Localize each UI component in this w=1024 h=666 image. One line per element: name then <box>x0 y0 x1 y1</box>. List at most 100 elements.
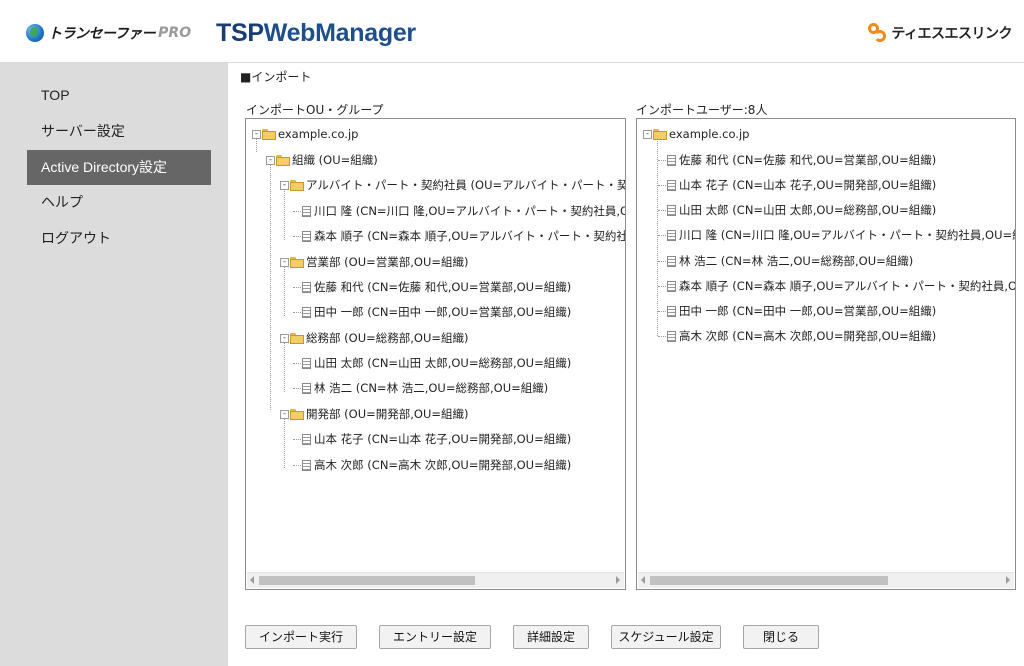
scrollbar-thumb[interactable] <box>259 576 475 585</box>
collapse-toggle-icon[interactable]: - <box>280 410 289 419</box>
tree-folder-node[interactable]: - example.co.jp <box>252 124 358 144</box>
user-document-icon <box>302 282 311 293</box>
tree-user-node[interactable]: 高木 次郎 (CN=高木 次郎,OU=開発部,OU=組織) <box>302 455 571 475</box>
tree-node-label: 開発部 (OU=開発部,OU=組織) <box>306 407 469 421</box>
tsslink-logo-icon <box>867 22 889 44</box>
sidebar-item-active-directory-settings[interactable]: Active Directory設定 <box>27 150 211 185</box>
schedule-settings-button[interactable]: スケジュール設定 <box>611 625 721 649</box>
collapse-toggle-icon[interactable]: - <box>266 156 275 165</box>
tree-user-node[interactable]: 佐藤 和代 (CN=佐藤 和代,OU=営業部,OU=組織) <box>302 277 571 297</box>
app-title-prefix: TSP <box>216 19 264 47</box>
user-document-icon <box>302 460 311 471</box>
folder-icon <box>290 333 304 344</box>
tree-node-label: 山田 太郎 (CN=山田 太郎,OU=総務部,OU=組織) <box>679 203 937 217</box>
folder-icon <box>653 129 667 140</box>
tsslink-logo: ティエスエスリンク <box>867 22 1012 44</box>
collapse-toggle-icon[interactable]: - <box>643 130 652 139</box>
tree-node-label: 川口 隆 (CN=川口 隆,OU=アルバイト・パート・契約社員,OU=組織) <box>314 204 625 218</box>
scroll-left-arrow-icon[interactable] <box>250 576 254 584</box>
folder-icon <box>276 155 290 166</box>
tree-node-label: 営業部 (OU=営業部,OU=組織) <box>306 255 469 269</box>
tree-node-label: 高木 次郎 (CN=高木 次郎,OU=開発部,OU=組織) <box>679 329 937 343</box>
tree-node-label: 田中 一郎 (CN=田中 一郎,OU=営業部,OU=組織) <box>314 305 572 319</box>
folder-icon <box>262 129 276 140</box>
collapse-toggle-icon[interactable]: - <box>280 181 289 190</box>
tree-node-label: 総務部 (OU=総務部,OU=組織) <box>306 331 469 345</box>
company-name: ティエスエスリンク <box>891 26 1012 42</box>
folder-icon <box>290 257 304 268</box>
user-document-icon <box>667 180 676 191</box>
tree-node-label: 森本 順子 (CN=森本 順子,OU=アルバイト・パート・契約社員,OU=組織) <box>314 229 625 243</box>
sidebar-item-logout[interactable]: ログアウト <box>27 221 211 256</box>
tree-user-node[interactable]: 森本 順子 (CN=森本 順子,OU=アルバイト・パート・契約社員,OU=組織) <box>302 226 625 246</box>
tree-user-node[interactable]: 田中 一郎 (CN=田中 一郎,OU=営業部,OU=組織) <box>667 301 936 321</box>
collapse-toggle-icon[interactable]: - <box>280 334 289 343</box>
tree-user-node[interactable]: 林 浩二 (CN=林 浩二,OU=総務部,OU=組織) <box>667 251 913 271</box>
user-document-icon <box>667 256 676 267</box>
tree-folder-node[interactable]: - 総務部 (OU=総務部,OU=組織) <box>280 328 469 348</box>
user-document-icon <box>667 331 676 342</box>
section-title: ■インポート <box>240 70 312 84</box>
tree-user-node[interactable]: 田中 一郎 (CN=田中 一郎,OU=営業部,OU=組織) <box>302 302 571 322</box>
scroll-right-arrow-icon[interactable] <box>1006 576 1010 584</box>
tree-node-label: 山本 花子 (CN=山本 花子,OU=開発部,OU=組織) <box>314 432 572 446</box>
tree-user-node[interactable]: 佐藤 和代 (CN=佐藤 和代,OU=営業部,OU=組織) <box>667 150 936 170</box>
tree-node-label: 森本 順子 (CN=森本 順子,OU=アルバイト・パート・契約社員,OU=組織) <box>679 279 1015 293</box>
import-execute-button[interactable]: インポート実行 <box>245 625 357 649</box>
horizontal-scrollbar[interactable] <box>247 572 624 588</box>
app-header: トランセーファー PRO TSPWebManager ティエスエスリンク <box>0 0 1024 63</box>
tree-user-node[interactable]: 山田 太郎 (CN=山田 太郎,OU=総務部,OU=組織) <box>667 200 936 220</box>
sidebar-item-help[interactable]: ヘルプ <box>27 185 211 220</box>
sidebar-item-server-settings[interactable]: サーバー設定 <box>27 114 211 149</box>
brand-pro-label: PRO <box>158 25 192 41</box>
user-document-icon <box>667 281 676 292</box>
tree-node-label: 林 浩二 (CN=林 浩二,OU=総務部,OU=組織) <box>679 254 914 268</box>
detail-settings-button[interactable]: 詳細設定 <box>513 625 589 649</box>
tree-node-label: 佐藤 和代 (CN=佐藤 和代,OU=営業部,OU=組織) <box>314 280 572 294</box>
close-button[interactable]: 閉じる <box>743 625 819 649</box>
scroll-right-arrow-icon[interactable] <box>616 576 620 584</box>
tree-user-node[interactable]: 川口 隆 (CN=川口 隆,OU=アルバイト・パート・契約社員,OU=組織) <box>667 225 1015 245</box>
tree-node-label: 組織 (OU=組織) <box>292 153 378 167</box>
tree-user-node[interactable]: 山本 花子 (CN=山本 花子,OU=開発部,OU=組織) <box>302 429 571 449</box>
user-document-icon <box>667 306 676 317</box>
tree-folder-node[interactable]: - 開発部 (OU=開発部,OU=組織) <box>280 404 469 424</box>
user-document-icon <box>667 155 676 166</box>
user-document-icon <box>302 383 311 394</box>
tree-node-label: 高木 次郎 (CN=高木 次郎,OU=開発部,OU=組織) <box>314 458 572 472</box>
app-title: TSPWebManager <box>216 19 416 48</box>
right-panel-label: インポートユーザー:8人 <box>636 103 768 117</box>
ou-group-tree-panel[interactable]: - example.co.jp - 組織 (OU=組織) - アルバイト・パート・契約社員… <box>245 118 626 590</box>
tree-user-node[interactable]: 山本 花子 (CN=山本 花子,OU=開発部,OU=組織) <box>667 175 936 195</box>
tree-folder-node[interactable]: - 組織 (OU=組織) <box>266 150 378 170</box>
tree-folder-node[interactable]: - example.co.jp <box>643 124 749 144</box>
collapse-toggle-icon[interactable]: - <box>280 258 289 267</box>
globe-icon <box>26 24 44 42</box>
ou-group-tree[interactable]: - example.co.jp - 組織 (OU=組織) - アルバイト・パート・契約社員… <box>252 124 625 571</box>
tree-user-node[interactable]: 森本 順子 (CN=森本 順子,OU=アルバイト・パート・契約社員,OU=組織) <box>667 276 1015 296</box>
user-document-icon <box>302 231 311 242</box>
user-document-icon <box>302 434 311 445</box>
brand-name: トランセーファー <box>48 26 156 42</box>
folder-icon <box>290 409 304 420</box>
sidebar: TOP サーバー設定 Active Directory設定 ヘルプ ログアウト <box>0 63 228 666</box>
tree-user-node[interactable]: 林 浩二 (CN=林 浩二,OU=総務部,OU=組織) <box>302 378 548 398</box>
entry-settings-button[interactable]: エントリー設定 <box>379 625 491 649</box>
scrollbar-thumb[interactable] <box>650 576 888 585</box>
user-document-icon <box>302 307 311 318</box>
horizontal-scrollbar[interactable] <box>638 572 1014 588</box>
tree-user-node[interactable]: 川口 隆 (CN=川口 隆,OU=アルバイト・パート・契約社員,OU=組織) <box>302 201 625 221</box>
tree-node-label: example.co.jp <box>669 127 750 141</box>
scroll-left-arrow-icon[interactable] <box>641 576 645 584</box>
tree-folder-node[interactable]: - 営業部 (OU=営業部,OU=組織) <box>280 252 469 272</box>
tree-node-label: 林 浩二 (CN=林 浩二,OU=総務部,OU=組織) <box>314 381 549 395</box>
tree-user-node[interactable]: 山田 太郎 (CN=山田 太郎,OU=総務部,OU=組織) <box>302 353 571 373</box>
tree-user-node[interactable]: 高木 次郎 (CN=高木 次郎,OU=開発部,OU=組織) <box>667 326 936 346</box>
sidebar-item-top[interactable]: TOP <box>27 78 211 113</box>
tree-folder-node[interactable]: - アルバイト・パート・契約社員 (OU=アルバイト・パート・契約社員,OU=組織… <box>280 175 625 195</box>
tree-node-label: example.co.jp <box>278 127 359 141</box>
import-user-tree[interactable]: - example.co.jp 佐藤 和代 (CN=佐藤 和代,OU=営業部,OU=… <box>643 124 1015 571</box>
collapse-toggle-icon[interactable]: - <box>252 130 261 139</box>
tree-node-label: 山田 太郎 (CN=山田 太郎,OU=総務部,OU=組織) <box>314 356 572 370</box>
import-user-tree-panel[interactable]: - example.co.jp 佐藤 和代 (CN=佐藤 和代,OU=営業部,OU=… <box>636 118 1016 590</box>
